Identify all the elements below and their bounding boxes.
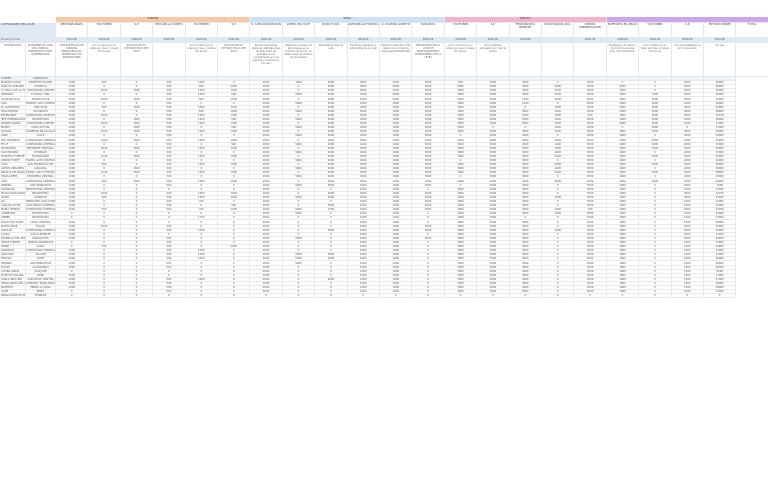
row-name[interactable]: RESGUARDO DE ENFERMAS bbox=[0, 294, 26, 299]
description-cell[interactable] bbox=[542, 43, 575, 77]
table-cell[interactable]: 0 bbox=[185, 294, 218, 299]
column-header[interactable]: RESPONSABLES bbox=[56, 23, 89, 38]
description-cell[interactable]: Escala de operación y administrando por … bbox=[347, 43, 380, 77]
description-cell[interactable]: Con 3 nuevos sin un video por mes, 2 vid… bbox=[444, 43, 478, 77]
column-header[interactable]: ELEFIONTA EIL PRAIO bbox=[606, 23, 640, 38]
table-cell[interactable]: 0 bbox=[88, 294, 121, 299]
description-cell[interactable] bbox=[574, 43, 607, 77]
description-cell[interactable]: Una vez trabajando la por consonante bbox=[671, 43, 704, 77]
table-cell[interactable]: 0 bbox=[347, 294, 380, 299]
column-header[interactable]: S.P bbox=[218, 23, 251, 38]
description-cell[interactable]: Deberemos revisar las tecnologías en un … bbox=[282, 43, 316, 77]
table-cell[interactable]: 0 bbox=[412, 294, 445, 299]
description-cell[interactable]: Evidencia aplicada o del capital con el … bbox=[380, 43, 413, 77]
column-header[interactable]: S.P bbox=[120, 23, 154, 38]
table-cell[interactable]: 0 bbox=[606, 294, 640, 299]
column-header[interactable]: EDEÓN PRESERVACIÓN bbox=[574, 23, 607, 38]
table-cell[interactable]: 0 bbox=[153, 294, 186, 299]
description-cell[interactable]: Necesitamos ese de cada bbox=[315, 43, 348, 77]
table-cell[interactable]: 0 bbox=[542, 294, 575, 299]
column-header[interactable]: TOTAL bbox=[736, 23, 768, 38]
header-corner: ACTIVIDADES DEL CLUB bbox=[0, 23, 56, 38]
column-header[interactable]: IANTONELLA/FONTAICA bbox=[347, 23, 380, 38]
description-cell[interactable]: Uno en tiempo entregado por mes de tiend… bbox=[477, 43, 510, 77]
table-cell[interactable]: 0 bbox=[218, 294, 251, 299]
table-cell[interactable]: 0 bbox=[574, 294, 607, 299]
column-header[interactable]: ESTUDIO PRIME bbox=[704, 23, 737, 38]
column-header[interactable]: FERRONIUM JI BENITEZ bbox=[509, 23, 542, 38]
column-header[interactable]: YOUTUBER bbox=[639, 23, 672, 38]
table-cell[interactable]: 0 bbox=[315, 294, 348, 299]
description-cell[interactable]: ESCUCHADO EL DIFUNDO EN EL MIE 2019 bbox=[120, 43, 154, 77]
description-cell[interactable]: Breves resúmenes sobre las distintas ide… bbox=[250, 43, 283, 77]
table-cell[interactable]: 0 bbox=[639, 294, 672, 299]
column-header[interactable]: YOUTUBER bbox=[185, 23, 218, 38]
description-cell[interactable]: Con 3 videos sin un video por mes, 2 vid… bbox=[185, 43, 218, 77]
description-cell[interactable] bbox=[153, 43, 186, 77]
description-cell[interactable] bbox=[509, 43, 542, 77]
spreadsheet: FABIAN VEPA PRUTO ACTIVIDADES DEL CLUB RESPO… bbox=[0, 0, 768, 497]
table-cell[interactable]: 0 bbox=[444, 294, 478, 299]
description-cell[interactable]: ESCUCHADO EL DIFUNDO EN LA MIE 2019 bbox=[218, 43, 251, 77]
table-cell[interactable]: 0 bbox=[671, 294, 704, 299]
description-cell[interactable]: 12 mes bbox=[704, 43, 737, 77]
column-header[interactable]: ESCOFIADOR J.RUL bbox=[542, 23, 575, 38]
column-header[interactable]: EDICIÓN LA PIUNFO bbox=[153, 23, 186, 38]
description-cell[interactable]: Con 3 videos sin un video por mes, 2 vid… bbox=[639, 43, 672, 77]
description-cell[interactable]: CON ESTÍMULOS DE CAMPAÑA PRESIDENCIALES … bbox=[56, 43, 89, 77]
column-header[interactable]: ELEGIDOS bbox=[412, 23, 445, 38]
column-header[interactable]: C. DOMONI GÓRETO bbox=[380, 23, 413, 38]
table-cell[interactable]: 0 bbox=[509, 294, 542, 299]
row-contact[interactable]: TERRACE bbox=[26, 294, 56, 299]
description-left: MI NOMBRE ES ALGO DEL MUNDIAL PRESIDENTE… bbox=[26, 43, 56, 77]
table-cell[interactable]: 0 bbox=[120, 294, 154, 299]
column-header[interactable]: YOUTUBER bbox=[444, 23, 478, 38]
table-cell[interactable]: 0 bbox=[250, 294, 283, 299]
description-cell[interactable] bbox=[736, 43, 768, 77]
table-cell[interactable]: 0 bbox=[282, 294, 316, 299]
column-header[interactable]: YOUTUBER bbox=[88, 23, 121, 38]
table-cell[interactable]: 0 bbox=[56, 294, 89, 299]
table-cell[interactable]: 0 bbox=[704, 294, 737, 299]
column-header[interactable]: LOPEZ DEL VAYE bbox=[282, 23, 316, 38]
description-cell[interactable]: Escalas por de casos y de modo tu escala… bbox=[606, 43, 640, 77]
description-cell[interactable]: REPORTANDO EN LA LISTA DE POSICIONAMIENT… bbox=[412, 43, 445, 77]
description-label: DESCRIPCIÓN bbox=[0, 43, 26, 77]
table-cell[interactable]: 0 bbox=[477, 294, 510, 299]
description-cell[interactable]: Con 3 nuevos sin un video por mes, 2 vid… bbox=[88, 43, 121, 77]
column-header[interactable]: S.P bbox=[671, 23, 704, 38]
table-cell[interactable]: 0 bbox=[380, 294, 413, 299]
column-header[interactable]: 8. SOFÍA/SOUDISSON bbox=[250, 23, 283, 38]
column-header[interactable]: ROSSI FONA bbox=[315, 23, 348, 38]
column-header[interactable]: S.P bbox=[477, 23, 510, 38]
